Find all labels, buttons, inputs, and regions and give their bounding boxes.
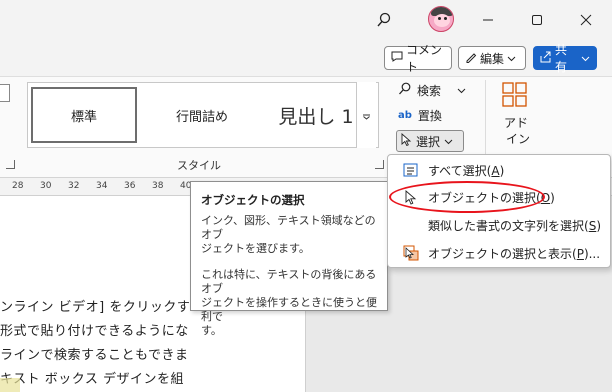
decorative-image	[0, 378, 20, 392]
tooltip-text: これは特に、テキストの背後にあるオブ	[201, 268, 377, 295]
edit-mode-label: 編集	[480, 51, 505, 66]
menu-item-selection-pane[interactable]: オブジェクトの選択と表示(P)...	[388, 240, 610, 266]
addin-icon	[502, 82, 528, 111]
menu-item-label: 類似した書式の文字列を選択(	[428, 218, 589, 233]
tooltip-text: インク、図形、テキスト領域などのオブ	[201, 214, 376, 241]
search-icon[interactable]	[372, 8, 396, 32]
share-button[interactable]: 共有	[533, 43, 597, 74]
addin-button[interactable]: アド イン	[488, 82, 540, 148]
tooltip-title: オブジェクトの選択	[201, 193, 305, 207]
menu-item-accesskey: P	[576, 246, 584, 261]
comment-button[interactable]: コメント	[384, 43, 452, 74]
styles-gallery: 標準 行間詰め 見出し 1	[27, 82, 379, 148]
edit-mode-button[interactable]: 編集	[458, 46, 526, 70]
select-all-icon	[400, 162, 422, 178]
maximize-icon[interactable]	[525, 8, 549, 32]
find-button[interactable]: 検索	[398, 80, 466, 100]
selection-pane-icon	[400, 245, 422, 261]
style-heading-1-label: 見出し 1	[278, 105, 354, 128]
styles-dialog-launcher-icon[interactable]	[375, 160, 384, 169]
style-standard[interactable]: 標準	[31, 87, 137, 143]
menu-item-label-tail: )	[550, 190, 555, 205]
menu-item-select-similar-formatting[interactable]: 類似した書式の文字列を選択(S)	[388, 212, 610, 238]
cursor-arrow-icon	[400, 189, 422, 205]
menu-item-label-tail: )	[596, 218, 601, 233]
style-no-spacing[interactable]: 行間詰め	[142, 83, 262, 147]
menu-item-accesskey: O	[540, 190, 551, 205]
ruler-tick: 34	[96, 181, 108, 191]
select-dropdown-menu: すべて選択(A) オブジェクトの選択(O) 類似した書式の文字列を選択(S) オ…	[387, 154, 611, 268]
select-dropdown-button[interactable]: 選択	[396, 130, 464, 152]
chevron-down-icon	[581, 51, 590, 65]
styles-more-button[interactable]	[356, 82, 376, 148]
close-icon[interactable]	[574, 8, 598, 32]
title-bar	[0, 0, 612, 40]
ribbon-group-divider	[485, 80, 486, 154]
style-standard-label: 標準	[70, 109, 97, 125]
menu-item-label-tail: )...	[583, 246, 601, 261]
share-button-label: 共有	[555, 43, 568, 74]
find-label: 検索	[417, 83, 442, 98]
ruler-tick: 28	[12, 181, 24, 191]
menu-item-select-objects[interactable]: オブジェクトの選択(O)	[388, 184, 610, 210]
chevron-down-icon	[457, 83, 466, 97]
styles-group-label: スタイル	[177, 159, 221, 172]
menu-item-select-all[interactable]: すべて選択(A)	[388, 157, 610, 183]
tooltip: オブジェクトの選択 インク、図形、テキスト領域などのオブ ジェクトを選びます。 …	[190, 181, 388, 337]
pencil-icon	[465, 51, 477, 66]
comment-icon	[391, 51, 403, 65]
chevron-down-icon	[363, 114, 370, 120]
document-text-line[interactable]: キスト ボックス デザインを組	[0, 368, 184, 387]
document-text-line[interactable]: 形式で貼り付けできるようにな	[0, 320, 189, 339]
style-no-spacing-label: 行間詰め	[175, 109, 228, 125]
tooltip-text: ジェクトを操作するときに使うと便利で	[201, 296, 377, 323]
cursor-arrow-icon	[401, 133, 412, 149]
replace-icon: ab	[398, 109, 412, 121]
search-icon	[398, 82, 411, 98]
select-label: 選択	[416, 134, 441, 149]
chevron-down-icon	[444, 134, 453, 148]
replace-label: 置換	[417, 108, 442, 123]
document-text-line[interactable]: ラインで検索することもできま	[0, 344, 188, 363]
ruler-tick: 36	[124, 181, 136, 191]
menu-item-label-tail: )	[499, 163, 505, 178]
addin-label-1: アド	[504, 116, 529, 130]
menu-item-label: オブジェクトの選択と表示(	[428, 246, 577, 261]
replace-button[interactable]: ab 置換	[398, 105, 442, 125]
dialog-launcher-icon[interactable]	[6, 160, 15, 169]
paste-icon[interactable]	[0, 84, 10, 102]
menu-item-accesskey: A	[491, 163, 500, 178]
menu-item-label: すべて選択(	[428, 163, 492, 178]
addin-label-2: イン	[506, 132, 531, 146]
tooltip-text: す。	[201, 324, 222, 337]
comment-button-label: コメント	[406, 43, 443, 74]
user-avatar[interactable]	[428, 6, 454, 32]
ruler-tick: 32	[68, 181, 80, 191]
ruler-tick: 30	[40, 181, 52, 191]
share-icon	[540, 51, 552, 66]
document-text-line[interactable]: ンライン ビデオ] をクリックす	[0, 296, 190, 315]
tooltip-text: ジェクトを選びます。	[201, 242, 310, 255]
minimize-icon[interactable]	[476, 8, 500, 32]
chevron-down-icon	[507, 51, 516, 65]
ruler-tick: 38	[152, 181, 164, 191]
menu-item-label: オブジェクトの選択(	[428, 190, 541, 205]
